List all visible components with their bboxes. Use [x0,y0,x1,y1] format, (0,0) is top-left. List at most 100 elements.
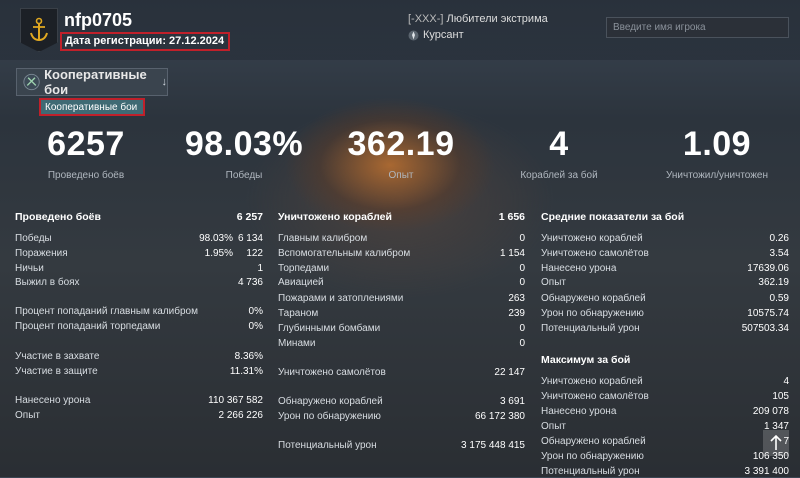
chevron-down-icon: ↓ [161,76,168,88]
stats-row: Авиацией 0 [278,276,525,289]
stats-value: 0 [519,263,525,274]
stats-value: 2 266 226 [218,410,264,421]
stats-row: Тараном 239 [278,307,525,320]
stats-label: Уничтожено самолётов [278,367,386,378]
summary-label: Опыт [388,170,414,181]
summary-label: Уничтожил/уничтожен [665,170,769,181]
summary-wins: 98.03% Победы [169,124,319,181]
stats-row: Потенциальный урон 3 175 448 415 [278,439,525,452]
stats-value: 6 134 [237,233,263,244]
scroll-to-top-button[interactable] [763,430,789,456]
stats-value: 10575.74 [747,308,789,319]
stats-label: Потенциальный урон [541,323,640,334]
stats-value: 0 [519,277,525,288]
stats-label: Победы [15,233,52,244]
summary-experience: 362.19 Опыт [326,124,476,181]
battle-mode-label: Кооперативные бои [44,67,147,97]
stats-value: 239 [508,308,525,319]
stats-value: 0 [519,323,525,334]
stats-percent: 1.95% [204,248,233,259]
summary-battles: 6257 Проведено боёв [11,124,161,181]
clan-tag: [-XXX-] [408,13,444,25]
player-search-input[interactable] [606,17,789,38]
battle-mode-option[interactable]: Кооперативные бои [39,98,145,116]
stats-label: Нанесено урона [541,406,617,417]
stats-value: 17639.06 [747,263,789,274]
stats-row: Вспомогательным калибром 1 154 [278,247,525,260]
stats-label: Вспомогательным калибром [278,248,411,259]
stats-header: Максимум за бой [541,354,789,367]
stats-label: Опыт [541,277,566,288]
summary-value: 98.03% [184,125,304,163]
stats-value: 0% [248,306,263,317]
stats-row: Нанесено урона 17639.06 [541,262,789,275]
summary-label: Проведено боёв [47,170,125,181]
stats-percent: 98.03% [199,233,233,244]
stats-row: Участие в защите 11.31% [15,365,263,378]
stats-label: Уничтожено самолётов [541,248,649,259]
stats-label: Потенциальный урон [541,466,640,477]
stats-row: Урон по обнаружению 66 172 380 [278,410,525,423]
clan-info[interactable]: [-XXX-] Любители экстрима [408,13,548,25]
stats-value: 507503.34 [741,323,789,334]
stats-row: Урон по обнаружению 10575.74 [541,307,789,320]
rank-label: Курсант [423,29,464,41]
stats-row: Нанесено урона 110 367 582 [15,394,263,407]
stats-row: Потенциальный урон 507503.34 [541,322,789,335]
stats-value: 362.19 [758,277,789,288]
stats-row: Выжил в боях 4 736 [15,276,263,289]
stats-row: Потенциальный урон 3 391 400 [541,465,789,478]
stats-label: Урон по обнаружению [541,451,644,462]
stats-header: Проведено боёв 6 257 [15,211,263,224]
stats-label: Обнаружено кораблей [541,293,646,304]
stats-label: Участие в захвате [15,351,100,362]
stats-value: 0% [248,321,263,332]
stats-value: 3 391 400 [744,466,790,477]
stats-label: Минами [278,338,316,349]
stats-row: Поражения 1.95% 122 [15,247,263,260]
clan-name: Любители экстрима [446,13,548,25]
stats-value: 1 [257,263,263,274]
stats-row: Пожарами и затоплениями 263 [278,292,525,305]
stats-value: 3 175 448 415 [461,440,525,451]
stats-label: Поражения [15,248,68,259]
coop-battles-icon [23,73,40,91]
rank-icon [408,30,419,40]
stats-label: Опыт [541,421,566,432]
battle-mode-dropdown[interactable]: Кооперативные бои ↓ [16,67,168,97]
stats-row: Урон по обнаружению 106 350 [541,450,789,463]
stats-row: Торпедами 0 [278,262,525,275]
stats-value: 8.36% [234,351,263,362]
stats-label: Уничтожено кораблей [541,376,643,387]
stats-row: Обнаружено кораблей 0.59 [541,292,789,305]
stats-label: Обнаружено кораблей [541,436,646,447]
stats-value: 209 078 [752,406,789,417]
stats-value: 66 172 380 [474,411,525,422]
stats-label: Глубинными бомбами [278,323,381,334]
stats-header-value: 6 257 [236,211,263,223]
stats-value: 263 [508,293,525,304]
stats-label: Выжил в боях [15,277,80,288]
stats-value: 110 367 582 [208,395,263,406]
stats-value: 22 147 [494,367,525,378]
summary-label: Победы [225,170,263,181]
stats-label: Торпедами [278,263,330,274]
stats-row: Опыт 1 347 [541,420,789,433]
stats-label: Обнаружено кораблей [278,396,383,407]
stats-value: 3 691 [499,396,525,407]
stats-row: Уничтожено самолётов 105 [541,390,789,403]
stats-label: Опыт [15,410,40,421]
stats-label: Потенциальный урон [278,440,377,451]
stats-row: Процент попаданий торпедами 0% [15,320,263,333]
stats-row: Нанесено урона 209 078 [541,405,789,418]
stats-header-value: 1 656 [498,211,525,223]
clan-rank: Курсант [408,29,464,41]
stats-value: 0 [519,233,525,244]
stats-label: Урон по обнаружению [278,411,381,422]
stats-label: Урон по обнаружению [541,308,644,319]
stats-row: Уничтожено кораблей 4 [541,375,789,388]
stats-label: Нанесено урона [15,395,91,406]
stats-value: 4 [783,376,789,387]
summary-ships-per-battle: 4 Кораблей за бой [484,124,634,181]
stats-value: 122 [246,248,263,259]
